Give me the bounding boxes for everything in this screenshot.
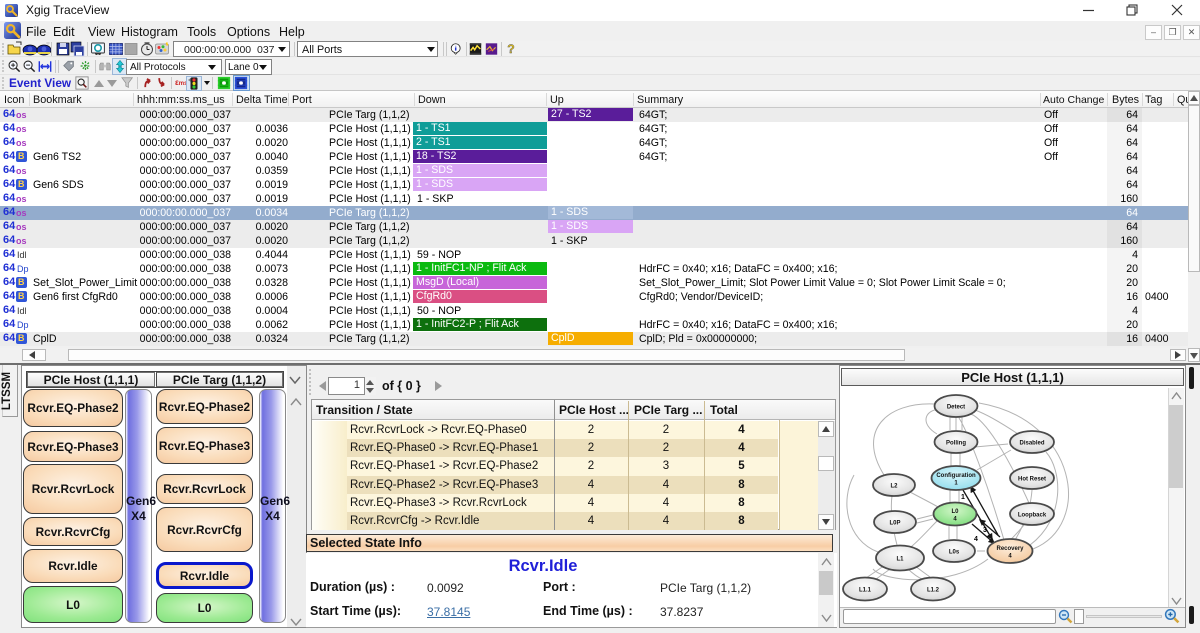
svg-text:1: 1 [961, 494, 965, 501]
svg-text:3: 3 [983, 527, 987, 534]
svg-text:L0P: L0P [889, 521, 900, 527]
svg-text:L1: L1 [896, 557, 904, 563]
svg-text:Recovery: Recovery [996, 546, 1024, 552]
svg-text:Polling: Polling [946, 441, 966, 447]
svg-text:L0s: L0s [949, 550, 960, 556]
svg-text:Loopback: Loopback [1018, 513, 1047, 519]
svg-text:Configuration: Configuration [936, 473, 976, 479]
svg-text:Disabled: Disabled [1019, 441, 1044, 447]
svg-text:Hot Reset: Hot Reset [1018, 477, 1046, 483]
svg-text:L0: L0 [951, 509, 959, 515]
svg-text:Detect: Detect [947, 405, 965, 411]
svg-text:L1.1: L1.1 [859, 588, 872, 594]
svg-text:L1.2: L1.2 [927, 588, 940, 594]
svg-text:4: 4 [974, 536, 978, 543]
svg-text:?: ? [507, 42, 514, 56]
svg-text:L2: L2 [890, 484, 898, 490]
